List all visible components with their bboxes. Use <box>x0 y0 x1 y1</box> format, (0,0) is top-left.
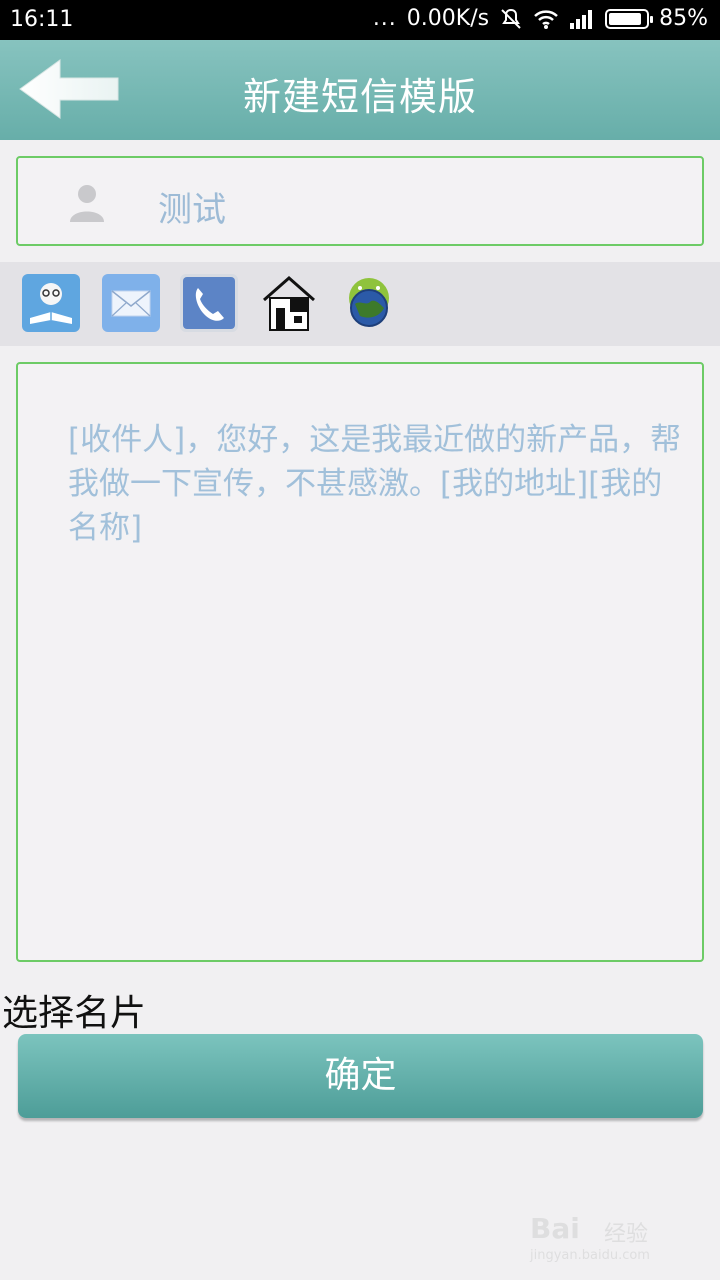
watermark-url: jingyan.baidu.com <box>530 1248 650 1263</box>
baidu-watermark: Bai 经验 jingyan.baidu.com <box>530 1212 680 1268</box>
signal-icon <box>570 9 593 29</box>
mail-icon <box>102 274 160 332</box>
house-icon <box>263 276 315 331</box>
app-header: 新建短信模版 <box>0 40 720 140</box>
recipient-name: 测试 <box>158 190 226 230</box>
battery-icon <box>605 8 654 29</box>
watermark-brand: Bai <box>530 1212 580 1245</box>
network-speed: 0.00K/s <box>406 6 490 31</box>
select-card-link[interactable]: 选择名片 <box>2 984 146 1036</box>
person-icon <box>70 185 104 222</box>
confirm-button[interactable]: 确定 <box>18 1034 703 1118</box>
recipient-field[interactable]: 测试 <box>16 156 704 246</box>
watermark-sub: 经验 <box>604 1222 649 1247</box>
battery-percent: 85% <box>659 6 708 31</box>
insert-toolbar <box>0 262 720 346</box>
message-template-text: [收件人]，您好，这是我最近做的新产品，帮我做一下宣传，不甚感激。[我的地址][… <box>68 422 682 546</box>
page-title: 新建短信模版 <box>242 75 477 119</box>
android-globe-icon <box>349 278 389 327</box>
more-dots: ... <box>372 6 397 31</box>
status-bar: 16:11 ... 0.00K/s 85% <box>0 0 720 40</box>
wifi-icon <box>534 9 558 29</box>
insert-email-button[interactable] <box>102 274 160 332</box>
insert-website-button[interactable] <box>340 274 398 332</box>
insert-address-button[interactable] <box>260 274 318 332</box>
insert-phone-button[interactable] <box>180 274 238 332</box>
insert-contact-button[interactable] <box>22 274 80 332</box>
mute-icon <box>501 8 521 29</box>
contact-card-icon <box>22 274 80 332</box>
message-textarea[interactable]: [收件人]，您好，这是我最近做的新产品，帮我做一下宣传，不甚感激。[我的地址][… <box>16 362 704 962</box>
status-time: 16:11 <box>10 7 74 32</box>
status-icons: ... 0.00K/s 85% <box>373 6 708 31</box>
phone-icon <box>180 274 238 332</box>
